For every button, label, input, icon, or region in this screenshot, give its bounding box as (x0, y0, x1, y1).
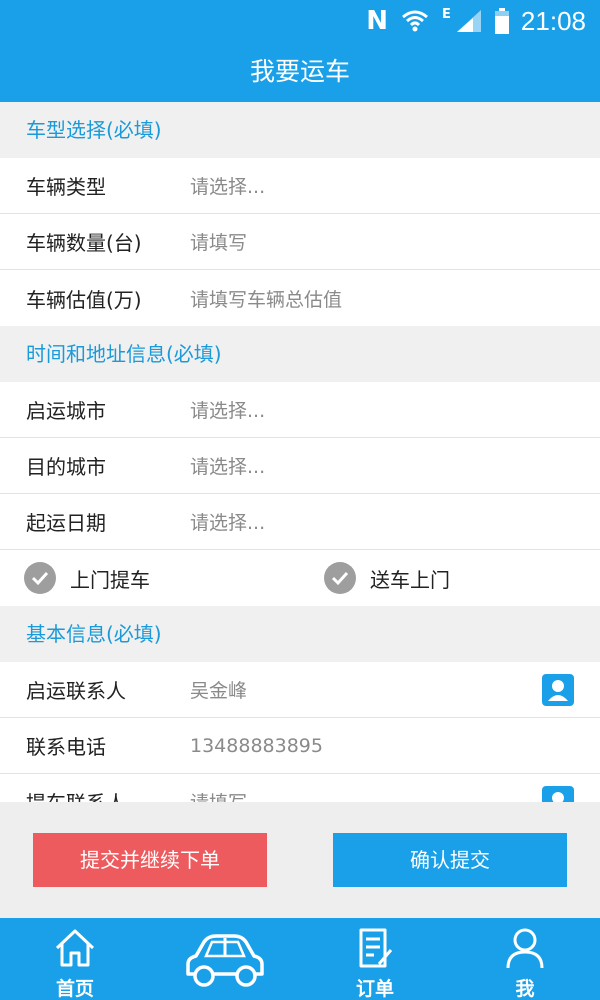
car-icon (186, 934, 264, 987)
tab-orders[interactable]: 订单 (300, 918, 450, 1000)
row-label: 启运联系人 (26, 679, 126, 703)
origin-contact-input[interactable]: 吴金峰 (190, 676, 247, 703)
vehicle-type-row[interactable]: 车辆类型 请选择... (0, 158, 600, 214)
tab-me[interactable]: 我 (450, 918, 600, 1000)
status-bar: N E 21:08 (0, 0, 600, 42)
signal-icon (456, 10, 481, 32)
checkmark-icon (24, 562, 56, 594)
door-pickup-checkbox[interactable]: 上门提车 (24, 550, 150, 606)
vehicle-value-row[interactable]: 车辆估值(万) 请填写车辆总估值 (0, 270, 600, 326)
row-label: 车辆类型 (26, 175, 106, 199)
door-pickup-label: 上门提车 (70, 567, 150, 592)
vehicle-value-input[interactable]: 请填写车辆总估值 (190, 285, 342, 312)
door-delivery-checkbox[interactable]: 送车上门 (324, 550, 450, 606)
submit-continue-button[interactable]: 提交并继续下单 (33, 833, 267, 887)
page-title: 我要运车 (0, 42, 600, 102)
action-bar: 提交并继续下单 确认提交 (0, 802, 600, 918)
row-label: 提车联系人 (26, 787, 126, 802)
ship-date-row[interactable]: 起运日期 请选择... (0, 494, 600, 550)
battery-icon (494, 8, 509, 34)
order-icon (359, 928, 393, 968)
tab-label: 首页 (55, 978, 94, 1000)
destination-city-select[interactable]: 请选择... (190, 452, 265, 479)
tab-car[interactable] (150, 918, 300, 1000)
vehicle-count-row[interactable]: 车辆数量(台) 请填写 (0, 214, 600, 270)
form-scroll-area[interactable]: 车型选择(必填) 车辆类型 请选择... 车辆数量(台) 请填写 车辆估值(万)… (0, 102, 600, 802)
section-header-basic: 基本信息(必填) (0, 606, 600, 662)
contact-book-icon[interactable] (542, 785, 574, 802)
row-label: 起运日期 (26, 511, 106, 535)
destination-city-row[interactable]: 目的城市 请选择... (0, 438, 600, 494)
pickup-contact-input[interactable]: 请填写 (190, 788, 247, 802)
row-label: 目的城市 (26, 455, 106, 479)
section-header-vehicle: 车型选择(必填) (0, 102, 600, 158)
contact-book-icon[interactable] (542, 673, 574, 706)
section-header-time-address: 时间和地址信息(必填) (0, 326, 600, 382)
row-label: 车辆数量(台) (26, 231, 142, 255)
bottom-tab-bar: 首页 订单 我 (0, 918, 600, 1000)
phone-row[interactable]: 联系电话 13488883895 (0, 718, 600, 774)
pickup-contact-row[interactable]: 提车联系人 请填写 (0, 774, 600, 802)
network-type: E (442, 6, 451, 22)
confirm-submit-button[interactable]: 确认提交 (333, 833, 567, 887)
pickup-options-row: 上门提车 送车上门 (0, 550, 600, 606)
nfc-icon: N (366, 6, 389, 36)
vehicle-count-input[interactable]: 请填写 (190, 228, 247, 255)
row-label: 联系电话 (26, 735, 106, 759)
phone-input[interactable]: 13488883895 (190, 735, 323, 757)
ship-date-select[interactable]: 请选择... (190, 508, 265, 535)
tab-home[interactable]: 首页 (0, 918, 150, 1000)
home-icon (55, 929, 95, 967)
checkmark-icon (324, 562, 356, 594)
origin-city-row[interactable]: 启运城市 请选择... (0, 382, 600, 438)
user-icon (506, 928, 544, 969)
tab-label: 订单 (355, 978, 394, 1000)
origin-city-select[interactable]: 请选择... (190, 396, 265, 423)
vehicle-type-select[interactable]: 请选择... (190, 172, 265, 199)
door-delivery-label: 送车上门 (370, 567, 450, 592)
tab-label: 我 (515, 978, 535, 1000)
clock: 21:08 (520, 5, 586, 36)
origin-contact-row[interactable]: 启运联系人 吴金峰 (0, 662, 600, 718)
row-label: 启运城市 (26, 399, 106, 423)
wifi-icon (402, 10, 428, 32)
row-label: 车辆估值(万) (26, 287, 142, 312)
